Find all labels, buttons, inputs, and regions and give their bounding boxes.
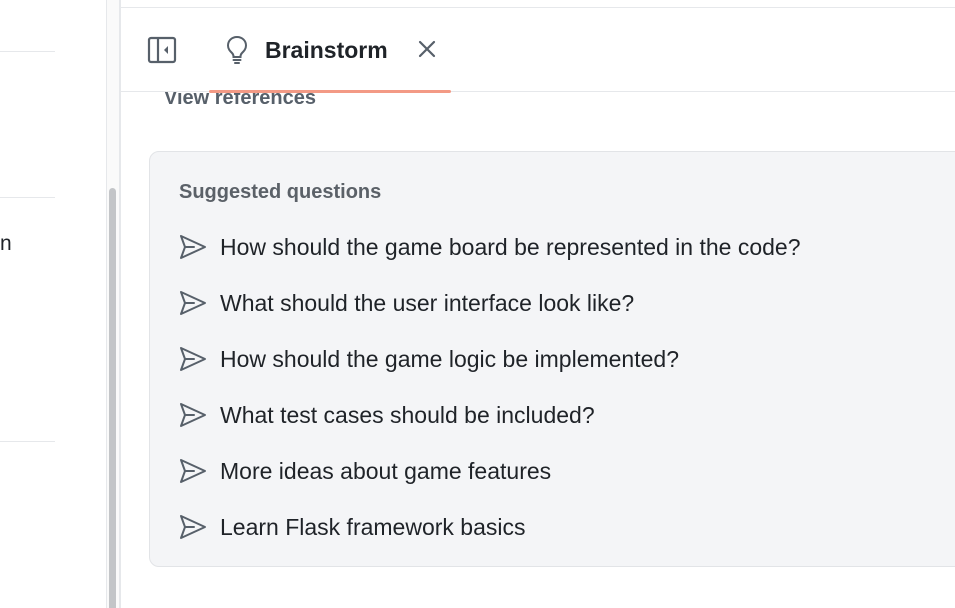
lightbulb-icon <box>226 35 248 64</box>
suggested-question-item[interactable]: Learn Flask framework basics <box>178 512 801 568</box>
pane-gutter <box>77 0 120 608</box>
sidebar-toggle-button[interactable] <box>147 35 177 65</box>
suggested-question-item[interactable]: More ideas about game features <box>178 456 801 512</box>
suggested-question-text: More ideas about game features <box>220 458 552 484</box>
active-tab-indicator <box>209 90 451 93</box>
send-icon <box>180 235 206 259</box>
close-icon <box>418 40 436 58</box>
suggested-question-item[interactable]: What test cases should be included? <box>178 400 801 456</box>
suggested-question-item[interactable]: How should the game board be represented… <box>178 232 801 288</box>
panel-header: Brainstorm <box>121 8 955 93</box>
send-icon <box>180 459 206 483</box>
suggested-question-text: What should the user interface look like… <box>220 290 635 316</box>
send-icon <box>180 515 206 539</box>
send-icon <box>180 291 206 315</box>
tab-label: Brainstorm <box>265 37 388 63</box>
send-icon <box>180 347 206 371</box>
left-divider <box>0 441 55 442</box>
app-window: n Brainstorm View references Suggested q… <box>0 0 955 608</box>
suggested-question-item[interactable]: How should the game logic be implemented… <box>178 344 801 400</box>
brainstorm-panel: Brainstorm View references Suggested que… <box>120 0 955 608</box>
suggested-question-text: Learn Flask framework basics <box>220 514 526 540</box>
left-divider <box>0 51 55 52</box>
left-pane-text: n <box>0 232 12 255</box>
suggested-questions-title: Suggested questions <box>179 181 382 203</box>
suggested-question-text: How should the game board be represented… <box>220 234 801 260</box>
suggested-questions-list: How should the game board be represented… <box>178 232 801 568</box>
send-icon <box>180 403 206 427</box>
close-tab-button[interactable] <box>415 37 439 61</box>
scrollbar-thumb[interactable] <box>109 188 116 608</box>
suggested-question-item[interactable]: What should the user interface look like… <box>178 288 801 344</box>
suggested-questions-card: Suggested questions How should the game … <box>149 151 955 567</box>
left-pane: n <box>0 0 78 608</box>
suggested-question-text: How should the game logic be implemented… <box>220 346 679 372</box>
tab-brainstorm[interactable]: Brainstorm <box>209 8 451 93</box>
left-divider <box>0 197 55 198</box>
sidebar-toggle-icon <box>147 36 177 64</box>
suggested-question-text: What test cases should be included? <box>220 402 595 428</box>
